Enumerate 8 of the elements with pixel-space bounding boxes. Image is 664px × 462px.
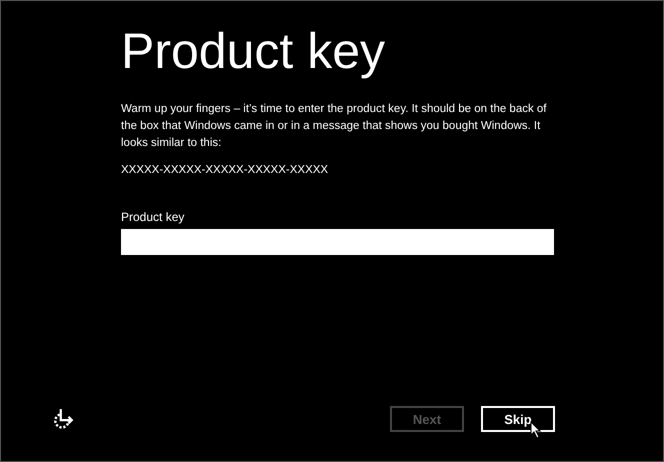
field-label: Product key xyxy=(121,210,186,224)
key-example-text: XXXXX-XXXXX-XXXXX-XXXXX-XXXXX xyxy=(121,164,330,176)
ease-of-access-icon[interactable] xyxy=(52,408,74,430)
page-title: Product key xyxy=(121,22,386,81)
instructions-text: Warm up your fingers – it’s time to enter the product key. It should be on the back of the box that Windows came in or in a message that shows you bought Windows. It looks similar to this: xyxy=(121,102,548,151)
product-key-field[interactable] xyxy=(121,229,554,255)
skip-button[interactable]: Skip xyxy=(481,406,555,432)
mouse-pointer-icon xyxy=(530,421,542,439)
